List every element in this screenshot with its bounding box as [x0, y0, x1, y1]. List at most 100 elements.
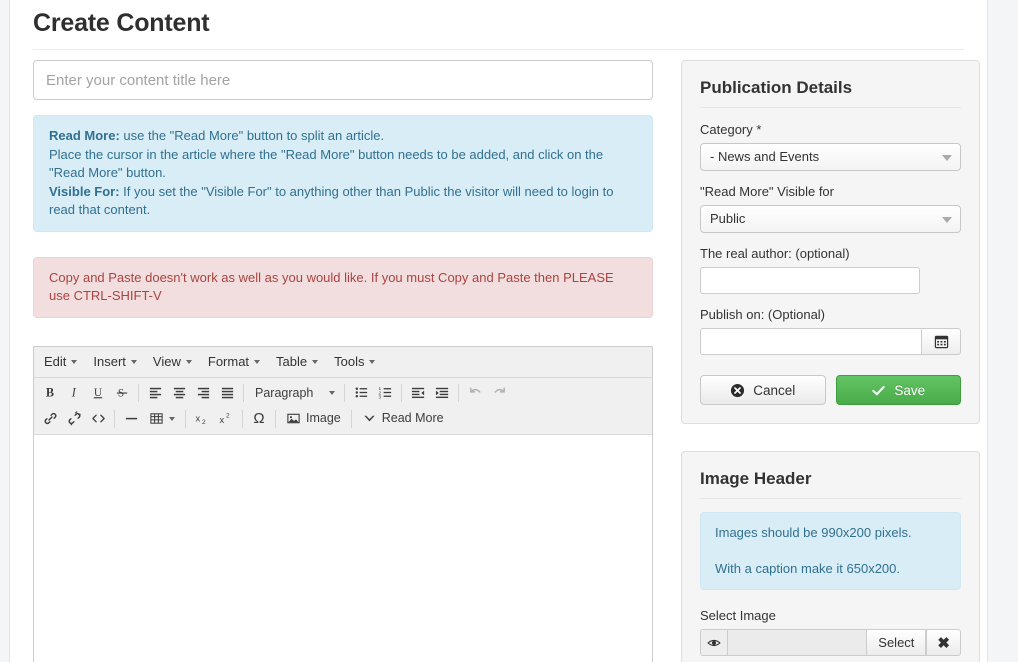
indent-button[interactable]: [430, 382, 454, 404]
sidebar-column: Publication Details Category * - News an…: [681, 60, 980, 662]
svg-text:2: 2: [202, 419, 206, 426]
real-author-input[interactable]: [700, 267, 920, 294]
content-title-input[interactable]: [33, 60, 653, 100]
numbered-list-button[interactable]: 1 2 3: [373, 382, 397, 404]
subscript-button[interactable]: x 2: [190, 408, 214, 430]
outdent-button[interactable]: [406, 382, 430, 404]
preview-image-button[interactable]: [700, 629, 727, 656]
page-container: Create Content Read More: use the "Read …: [9, 0, 988, 662]
chevron-down-icon: [329, 390, 335, 395]
table-icon: [150, 413, 163, 424]
chevron-down-icon: [312, 359, 319, 364]
select-image-group: Select ✖: [700, 629, 961, 656]
underline-icon: U: [93, 387, 102, 399]
image-header-title: Image Header: [700, 469, 961, 499]
unlink-icon: [68, 411, 81, 426]
publish-on-group: [700, 328, 961, 355]
omega-icon: Ω: [253, 410, 265, 427]
bullet-list-button[interactable]: [349, 382, 373, 404]
menu-format[interactable]: Format: [200, 350, 268, 373]
check-icon: [872, 385, 886, 395]
editor-toolbar-row-1: B I U S Paragraph 1 2 3: [35, 380, 651, 406]
editor-menubar: Edit Insert View Format Table Tools: [34, 346, 652, 378]
align-justify-icon: [221, 387, 233, 399]
editor-toolbars: B I U S Paragraph 1 2 3 x 2 x 2 Ω Image …: [34, 377, 652, 434]
real-author-label: The real author: (optional): [700, 246, 850, 261]
save-button[interactable]: Save: [835, 375, 961, 405]
category-select[interactable]: - News and Events: [700, 143, 961, 171]
menu-insert[interactable]: Insert: [85, 350, 145, 373]
cancel-button[interactable]: Cancel: [700, 375, 826, 405]
menu-table[interactable]: Table: [268, 350, 326, 373]
redo-button[interactable]: [487, 382, 511, 404]
special-character-button[interactable]: Ω: [247, 408, 271, 430]
toolbar-separator: [401, 383, 402, 402]
copy-paste-warning-text: Copy and Paste doesn't work as well as y…: [49, 269, 614, 304]
visible-for-select-value: Public: [710, 211, 746, 226]
copy-paste-warning-alert: Copy and Paste doesn't work as well as y…: [33, 256, 653, 318]
menu-tools[interactable]: Tools: [326, 350, 383, 373]
close-icon: ✖: [937, 634, 950, 652]
undo-button[interactable]: [463, 382, 487, 404]
strikethrough-button[interactable]: S: [110, 382, 134, 404]
menu-edit-label: Edit: [44, 354, 67, 369]
image-icon: [287, 413, 300, 424]
publish-on-input[interactable]: [700, 328, 922, 355]
menu-edit[interactable]: Edit: [36, 350, 85, 373]
svg-text:I: I: [70, 386, 76, 400]
unlink-button[interactable]: [62, 408, 86, 430]
select-image-label: Select Image: [700, 608, 776, 623]
align-center-icon: [173, 387, 185, 399]
chevron-down-icon: [71, 359, 78, 364]
align-right-button[interactable]: [191, 382, 215, 404]
svg-text:U: U: [93, 387, 101, 399]
image-header-panel: Image Header Images should be 990x200 pi…: [681, 451, 980, 662]
clear-image-button[interactable]: ✖: [926, 629, 961, 656]
read-more-text: use the "Read More" button to split an a…: [119, 128, 385, 143]
superscript-button[interactable]: x 2: [214, 408, 238, 430]
rich-text-editor: Edit Insert View Format Table Tools B I …: [33, 345, 653, 662]
insert-image-button[interactable]: Image: [280, 408, 347, 430]
format-select[interactable]: Paragraph: [248, 382, 340, 404]
insert-image-label: Image: [306, 411, 341, 426]
link-button[interactable]: [38, 408, 62, 430]
editor-toolbar-row-2: x 2 x 2 Ω Image Read More: [35, 406, 651, 432]
visible-for-label: Visible For:: [49, 183, 120, 199]
underline-button[interactable]: U: [86, 382, 110, 404]
horizontal-rule-button[interactable]: [119, 408, 143, 430]
datepicker-button[interactable]: [922, 328, 961, 355]
publish-on-label: Publish on: (Optional): [700, 307, 826, 322]
menu-format-label: Format: [207, 354, 250, 369]
read-more-button[interactable]: Read More: [356, 408, 450, 430]
svg-text:2: 2: [226, 413, 230, 420]
chevron-down-icon: [942, 155, 952, 161]
link-icon: [44, 412, 56, 425]
info-line-3: Visible For: If you set the "Visible For…: [49, 183, 637, 220]
image-size-note-line-1: Images should be 990x200 pixels.: [715, 525, 912, 540]
align-justify-button[interactable]: [215, 382, 239, 404]
menu-table-label: Table: [276, 354, 308, 369]
info-line-2: Place the cursor in the article where th…: [49, 146, 604, 181]
source-code-button[interactable]: [86, 408, 110, 430]
image-path-input[interactable]: [727, 629, 867, 656]
visible-for-text: If you set the "Visible For" to anything…: [49, 183, 614, 218]
select-image-button-label: Select: [878, 635, 915, 650]
align-left-button[interactable]: [143, 382, 167, 404]
editor-content-area[interactable]: [34, 433, 652, 662]
visible-for-label: "Read More" Visible for: [700, 184, 834, 199]
image-size-note: Images should be 990x200 pixels. With a …: [700, 512, 961, 590]
undo-icon: [469, 387, 480, 393]
visible-for-select[interactable]: Public: [700, 205, 961, 233]
menu-view[interactable]: View: [145, 350, 200, 373]
select-image-button[interactable]: Select: [866, 629, 927, 656]
italic-button[interactable]: I: [62, 382, 86, 404]
table-button[interactable]: [143, 408, 181, 430]
italic-icon: I: [70, 386, 76, 400]
cancel-circle-icon: [731, 383, 745, 397]
toolbar-separator: [344, 383, 345, 402]
chevron-down-icon: [254, 359, 261, 364]
align-center-button[interactable]: [167, 382, 191, 404]
toolbar-separator: [114, 409, 115, 428]
bold-button[interactable]: B: [38, 382, 62, 404]
